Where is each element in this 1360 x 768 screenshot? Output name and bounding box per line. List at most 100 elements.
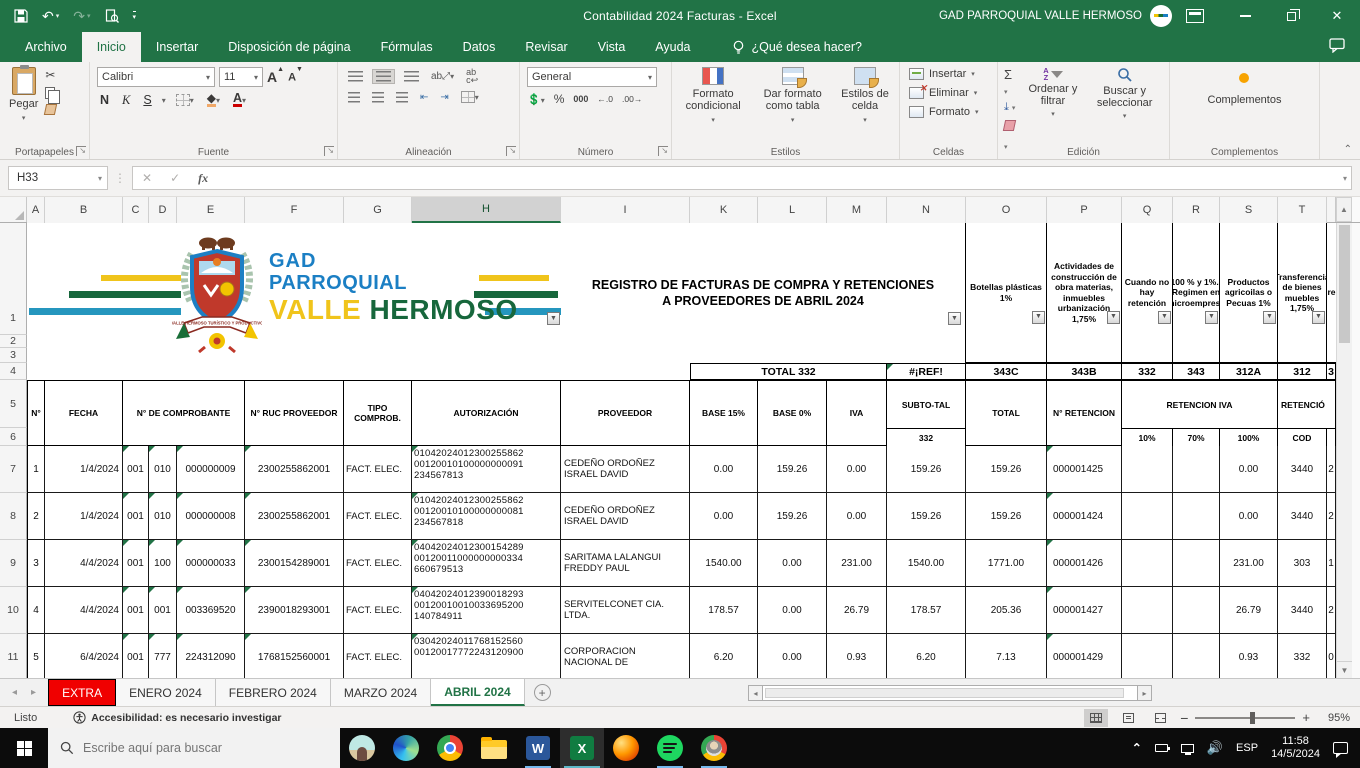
redo-icon[interactable]: ↷▾ bbox=[73, 8, 90, 25]
addins-button[interactable]: Complementos bbox=[1203, 65, 1287, 143]
zoom-out-icon[interactable]: − bbox=[1180, 710, 1188, 726]
column-header-K[interactable]: K bbox=[690, 197, 758, 223]
cell-fecha[interactable]: 1/4/2024 bbox=[45, 446, 123, 493]
column-header-Q[interactable]: Q bbox=[1122, 197, 1173, 223]
cell-ret70[interactable] bbox=[1173, 446, 1220, 493]
cell-tipo[interactable]: FACT. ELEC. bbox=[344, 634, 412, 678]
accessibility-status[interactable]: Accesibilidad: es necesario investigar bbox=[73, 711, 281, 724]
tray-chevron-icon[interactable]: ⌃ bbox=[1132, 741, 1142, 755]
increase-indent-icon[interactable]: ⇥ bbox=[437, 91, 451, 104]
filter-dropdown-icon[interactable]: ▼ bbox=[1107, 311, 1120, 324]
cell-next[interactable]: 0 bbox=[1327, 634, 1336, 678]
cell-base15[interactable]: 0.00 bbox=[690, 446, 758, 493]
cell-secuencial[interactable]: 000000009 bbox=[177, 446, 245, 493]
search-input[interactable] bbox=[83, 741, 303, 755]
cell-estab[interactable]: 001 bbox=[123, 446, 149, 493]
column-header-S[interactable]: S bbox=[1220, 197, 1278, 223]
format-cells-button[interactable]: Formato▾ bbox=[907, 105, 980, 119]
cell-total[interactable]: 159.26 bbox=[966, 446, 1047, 493]
align-top-icon[interactable] bbox=[345, 70, 366, 83]
cell-base0[interactable]: 0.00 bbox=[758, 634, 827, 678]
row-header-3[interactable]: 3 bbox=[0, 348, 27, 363]
cell-base15[interactable]: 178.57 bbox=[690, 587, 758, 634]
column-header-T[interactable]: T bbox=[1278, 197, 1327, 223]
orientation-icon[interactable]: ab⤢▾ bbox=[428, 70, 457, 83]
ribbon-tab-vista[interactable]: Vista bbox=[583, 32, 641, 62]
chrome-profile-icon[interactable] bbox=[692, 728, 736, 768]
cell-autorizacion[interactable]: 04042024012300154289 0012001100000000033… bbox=[412, 540, 561, 587]
cell-cod[interactable]: 303 bbox=[1278, 540, 1327, 587]
scrollbar-thumb[interactable] bbox=[1339, 225, 1350, 343]
code-cell-343[interactable]: 343 bbox=[1173, 363, 1220, 380]
sheet-tab-febrero-2024[interactable]: FEBRERO 2024 bbox=[216, 679, 331, 706]
align-left-icon[interactable] bbox=[345, 91, 363, 104]
tray-network-icon[interactable] bbox=[1181, 744, 1194, 753]
sort-filter-button[interactable]: AZ Ordenar y filtrar ▾ bbox=[1022, 65, 1085, 143]
code-cell-343c[interactable]: 343C bbox=[966, 363, 1047, 380]
find-select-button[interactable]: Buscar y seleccionar ▾ bbox=[1084, 65, 1165, 143]
ribbon-tab-disposición-de-página[interactable]: Disposición de página bbox=[213, 32, 365, 62]
cell-n[interactable]: 2 bbox=[27, 493, 45, 540]
currency-format-icon[interactable]: 💲▾ bbox=[527, 93, 545, 106]
cell-secuencial[interactable]: 003369520 bbox=[177, 587, 245, 634]
filter-dropdown-icon[interactable]: ▼ bbox=[948, 312, 961, 325]
cell-tipo[interactable]: FACT. ELEC. bbox=[344, 587, 412, 634]
cell-ret100[interactable]: 0.93 bbox=[1220, 634, 1278, 678]
header-cod[interactable]: COD bbox=[1278, 429, 1327, 447]
cell-ruc[interactable]: 2300255862001 bbox=[245, 493, 344, 540]
cell-base15[interactable]: 1540.00 bbox=[690, 540, 758, 587]
row-header-4[interactable]: 4 bbox=[0, 363, 27, 380]
vertical-scrollbar[interactable]: ▼ bbox=[1336, 223, 1352, 678]
cell-n[interactable]: 3 bbox=[27, 540, 45, 587]
column-header-P[interactable]: P bbox=[1047, 197, 1122, 223]
cell-n_retencion[interactable]: 000001426 bbox=[1047, 540, 1122, 587]
code-cell-partial[interactable]: 3 bbox=[1327, 363, 1336, 380]
row-header-8[interactable]: 8 bbox=[0, 493, 27, 540]
header-empty[interactable] bbox=[1327, 429, 1336, 447]
column-header-R[interactable]: R bbox=[1173, 197, 1220, 223]
cell-proveedor[interactable]: CEDEÑO ORDOÑEZ ISRAEL DAVID bbox=[561, 446, 690, 493]
number-format-combo[interactable]: General▾ bbox=[527, 67, 657, 87]
undo-icon[interactable]: ↶▾ bbox=[42, 8, 59, 25]
dialog-launcher-icon[interactable]: ↘ bbox=[658, 146, 668, 156]
align-middle-icon[interactable] bbox=[372, 69, 395, 84]
qat-customize-icon[interactable]: ▾ bbox=[133, 11, 137, 21]
cell-iva[interactable]: 231.00 bbox=[827, 540, 887, 587]
cell-estab[interactable]: 001 bbox=[123, 540, 149, 587]
header-tipo[interactable]: TIPO COMPROB. bbox=[344, 381, 412, 446]
cell-cod[interactable]: 3440 bbox=[1278, 446, 1327, 493]
wrap-text-icon[interactable]: abc↩ bbox=[463, 67, 481, 85]
autosum-icon[interactable]: Σ ▾ bbox=[1004, 67, 1018, 97]
cell-base0[interactable]: 159.26 bbox=[758, 446, 827, 493]
header-cell-partial[interactable]: re bbox=[1327, 223, 1336, 363]
cell-styles-button[interactable]: Estilos de celda ▾ bbox=[835, 65, 895, 143]
row-header-1[interactable]: 1 bbox=[0, 223, 27, 335]
format-as-table-button[interactable]: Dar formato como tabla ▾ bbox=[750, 65, 835, 143]
cell-base0[interactable]: 0.00 bbox=[758, 587, 827, 634]
page-break-view-icon[interactable] bbox=[1148, 709, 1172, 727]
cell-n_retencion[interactable]: 000001424 bbox=[1047, 493, 1122, 540]
empty-cell[interactable] bbox=[27, 363, 690, 380]
font-name-combo[interactable]: Calibri▾ bbox=[97, 67, 215, 87]
header-n-retencion[interactable]: N° RETENCION bbox=[1047, 381, 1122, 446]
header-ret100[interactable]: 100% bbox=[1220, 429, 1278, 447]
header-cell-agricolas[interactable]: Productos agricoilas o Pecuas 1%▼ bbox=[1220, 223, 1278, 363]
column-header-N[interactable]: N bbox=[887, 197, 966, 223]
cell-punto[interactable]: 010 bbox=[149, 446, 177, 493]
ribbon-tab-revisar[interactable]: Revisar bbox=[510, 32, 582, 62]
header-cell-construccion[interactable]: Actividades de construcción de obra mate… bbox=[1047, 223, 1122, 363]
sheet-tab-extra[interactable]: EXTRA bbox=[48, 679, 116, 706]
cell-proveedor[interactable]: CEDEÑO ORDOÑEZ ISRAEL DAVID bbox=[561, 493, 690, 540]
cell-punto[interactable]: 100 bbox=[149, 540, 177, 587]
cell-cod[interactable]: 3440 bbox=[1278, 587, 1327, 634]
cut-button[interactable]: ✂ bbox=[45, 69, 56, 82]
cell-tipo[interactable]: FACT. ELEC. bbox=[344, 493, 412, 540]
sheet-tab-marzo-2024[interactable]: MARZO 2024 bbox=[331, 679, 431, 706]
decrease-decimal-icon[interactable]: .00→ bbox=[622, 94, 642, 104]
cell-punto[interactable]: 777 bbox=[149, 634, 177, 678]
name-box[interactable]: H33▾ bbox=[8, 166, 108, 190]
row-header-7[interactable]: 7 bbox=[0, 446, 27, 493]
dialog-launcher-icon[interactable]: ↘ bbox=[76, 146, 86, 156]
cell-iva[interactable]: 0.00 bbox=[827, 493, 887, 540]
delete-cells-button[interactable]: Eliminar▾ bbox=[907, 86, 980, 100]
